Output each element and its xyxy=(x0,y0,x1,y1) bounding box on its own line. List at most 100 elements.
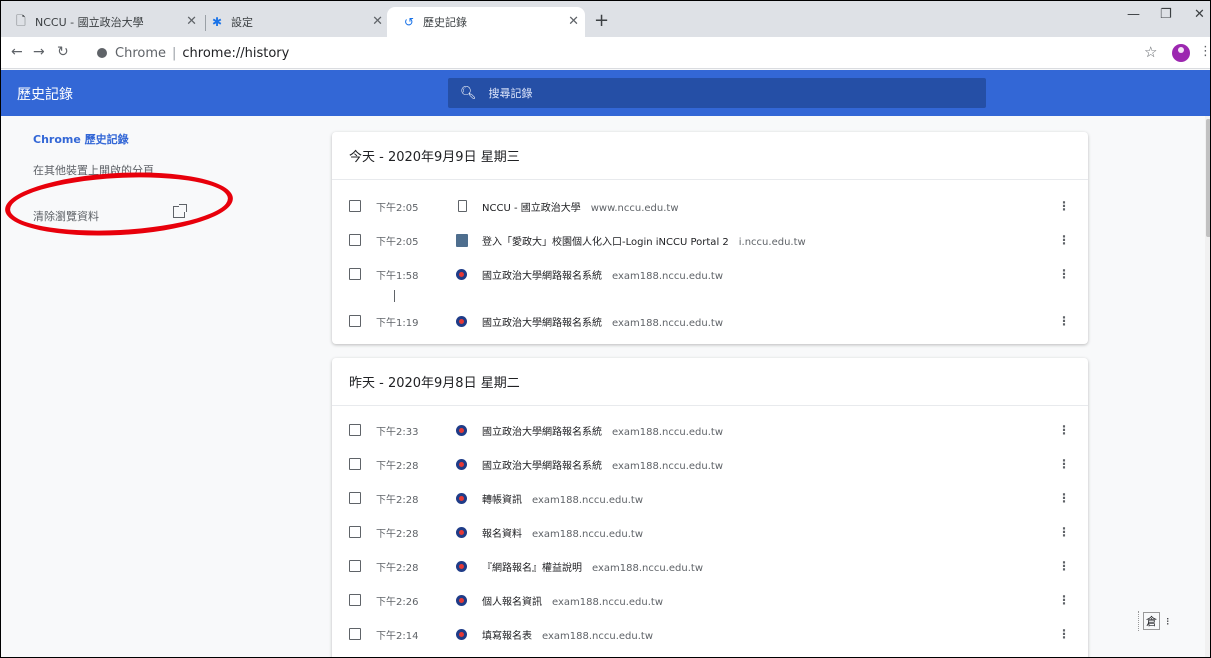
more-actions-icon[interactable]: ⋮ xyxy=(1058,525,1070,539)
tab-settings[interactable]: ✱ 設定 ✕ xyxy=(209,7,389,37)
minimize-button[interactable]: — xyxy=(1127,7,1140,22)
row-domain: exam188.nccu.edu.tw xyxy=(532,528,643,540)
row-link[interactable]: 登入「愛政大」校園個人化入口-Login iNCCU Portal 2 i.ncc… xyxy=(482,233,806,248)
row-time: 下午2:05 xyxy=(376,202,419,214)
window-close-button[interactable]: ✕ xyxy=(1194,7,1205,22)
row-checkbox[interactable] xyxy=(349,458,361,470)
page-title: 歷史記錄 xyxy=(17,87,73,103)
text-cursor xyxy=(394,290,395,302)
row-checkbox[interactable] xyxy=(349,594,361,606)
back-arrow-icon[interactable]: ← xyxy=(11,44,23,60)
more-actions-icon[interactable]: ⋮ xyxy=(1058,593,1070,607)
reload-icon[interactable]: ↻ xyxy=(57,44,69,60)
forward-arrow-icon[interactable]: → xyxy=(33,44,45,60)
row-domain: exam188.nccu.edu.tw xyxy=(612,270,723,282)
row-link[interactable]: NCCU - 國立政治大學 www.nccu.edu.tw xyxy=(482,199,679,214)
card-date-title: 今天 - 2020年9月9日 星期三 xyxy=(332,132,1088,180)
row-link[interactable]: 報名資料 exam188.nccu.edu.tw xyxy=(482,525,643,540)
row-time: 下午2:28 xyxy=(376,460,419,472)
history-row[interactable]: 下午2:28 報名資料 exam188.nccu.edu.tw ⋮ xyxy=(332,515,1088,549)
more-actions-icon[interactable]: ⋮ xyxy=(1058,559,1070,573)
more-actions-icon[interactable]: ⋮ xyxy=(1058,267,1070,281)
sidebar-item-chrome-history[interactable]: Chrome 歷史記錄 xyxy=(33,131,129,147)
row-title: 個人報名資訊 xyxy=(482,596,542,608)
url-text: chrome://history xyxy=(182,45,290,61)
scrollbar-thumb[interactable] xyxy=(1206,119,1210,237)
more-actions-icon[interactable]: ⋮ xyxy=(1058,423,1070,437)
chrome-menu-icon[interactable]: ⋮ xyxy=(1199,44,1210,59)
history-row[interactable]: 下午1:19 國立政治大學網路報名系統 exam188.nccu.edu.tw ⋮ xyxy=(332,304,1088,338)
row-link[interactable]: 國立政治大學網路報名系統 exam188.nccu.edu.tw xyxy=(482,457,723,472)
tab-strip: 🗋 NCCU - 國立政治大學 ✕ ✱ 設定 ✕ ↺ 歷史記錄 ✕ + — ❐ … xyxy=(1,1,1210,37)
history-row[interactable]: 下午2:28 轉帳資訊 exam188.nccu.edu.tw ⋮ xyxy=(332,481,1088,515)
row-title: 報名資料 xyxy=(482,528,522,540)
history-row[interactable]: 下午2:14 填寫報名表 exam188.nccu.edu.tw ⋮ xyxy=(332,617,1088,651)
tab-title: 設定 xyxy=(231,16,253,29)
row-link[interactable]: 轉帳資訊 exam188.nccu.edu.tw xyxy=(482,491,643,506)
tab-history[interactable]: ↺ 歷史記錄 ✕ xyxy=(387,7,585,37)
more-actions-icon[interactable]: ⋮ xyxy=(1058,314,1070,328)
row-link[interactable]: 個人報名資訊 exam188.nccu.edu.tw xyxy=(482,593,663,608)
row-link[interactable]: 國立政治大學網路報名系統 exam188.nccu.edu.tw xyxy=(482,314,723,329)
row-checkbox[interactable] xyxy=(349,424,361,436)
history-icon: ↺ xyxy=(403,15,415,29)
close-icon[interactable]: ✕ xyxy=(372,14,383,29)
gear-icon: ✱ xyxy=(211,15,223,29)
history-row[interactable]: 下午2:05 NCCU - 國立政治大學 www.nccu.edu.tw ⋮ xyxy=(332,189,1088,223)
profile-avatar[interactable] xyxy=(1172,44,1190,62)
row-checkbox[interactable] xyxy=(349,268,361,280)
more-actions-icon[interactable]: ⋮ xyxy=(1058,199,1070,213)
address-bar[interactable]: Chrome | chrome://history xyxy=(97,41,289,65)
nccu-icon xyxy=(456,424,467,436)
history-row[interactable]: 下午2:28 『網路報名』權益說明 exam188.nccu.edu.tw ⋮ xyxy=(332,549,1088,583)
search-field[interactable]: 🔍︎ 搜尋記錄 xyxy=(448,78,986,108)
row-link[interactable]: 國立政治大學網路報名系統 exam188.nccu.edu.tw xyxy=(482,423,723,438)
row-link[interactable]: 『網路報名』權益說明 exam188.nccu.edu.tw xyxy=(482,559,703,574)
history-card-yesterday: 昨天 - 2020年9月8日 星期二 下午2:33 國立政治大學網路報名系統 ex… xyxy=(332,358,1088,657)
more-actions-icon[interactable]: ⋮ xyxy=(1058,491,1070,505)
nccu-icon xyxy=(456,492,467,504)
close-icon[interactable]: ✕ xyxy=(568,14,579,29)
row-domain: www.nccu.edu.tw xyxy=(590,202,679,214)
history-row[interactable]: 下午2:33 國立政治大學網路報名系統 exam188.nccu.edu.tw ⋮ xyxy=(332,413,1088,447)
restore-button[interactable]: ❐ xyxy=(1160,7,1172,22)
row-title: 國立政治大學網路報名系統 xyxy=(482,426,602,438)
tab-title: NCCU - 國立政治大學 xyxy=(35,16,144,29)
history-row[interactable]: 下午1:58 國立政治大學網路報名系統 exam188.nccu.edu.tw ⋮ xyxy=(332,257,1088,291)
row-checkbox[interactable] xyxy=(349,234,361,246)
row-domain: exam188.nccu.edu.tw xyxy=(612,426,723,438)
more-actions-icon[interactable]: ⋮ xyxy=(1058,233,1070,247)
more-actions-icon[interactable]: ⋮ xyxy=(1058,627,1070,641)
row-link[interactable]: 填寫報名表 exam188.nccu.edu.tw xyxy=(482,627,653,642)
row-checkbox[interactable] xyxy=(349,526,361,538)
row-checkbox[interactable] xyxy=(349,200,361,212)
row-time: 下午2:26 xyxy=(376,596,419,608)
search-placeholder: 搜尋記錄 xyxy=(488,87,533,100)
nccu-icon xyxy=(456,315,467,327)
history-row[interactable]: 下午2:26 個人報名資訊 exam188.nccu.edu.tw ⋮ xyxy=(332,583,1088,617)
nccu-icon xyxy=(456,594,467,606)
row-checkbox[interactable] xyxy=(349,492,361,504)
row-title: 『網路報名』權益說明 xyxy=(482,562,582,574)
row-domain: exam188.nccu.edu.tw xyxy=(542,630,653,642)
row-checkbox[interactable] xyxy=(349,560,361,572)
row-checkbox[interactable] xyxy=(349,315,361,327)
document-icon xyxy=(458,200,467,212)
row-time: 下午2:28 xyxy=(376,562,419,574)
history-row[interactable]: 下午2:05 登入「愛政大」校園個人化入口-Login iNCCU Portal… xyxy=(332,223,1088,257)
tab-nccu[interactable]: 🗋 NCCU - 國立政治大學 ✕ xyxy=(13,7,203,37)
row-link[interactable]: 國立政治大學網路報名系統 exam188.nccu.edu.tw xyxy=(482,267,723,282)
nccu-icon xyxy=(456,628,467,640)
row-domain: exam188.nccu.edu.tw xyxy=(532,494,643,506)
close-icon[interactable]: ✕ xyxy=(186,14,197,29)
card-date-title: 昨天 - 2020年9月8日 星期二 xyxy=(332,358,1088,406)
more-actions-icon[interactable]: ⋮ xyxy=(1058,457,1070,471)
row-domain: exam188.nccu.edu.tw xyxy=(592,562,703,574)
row-time: 下午2:28 xyxy=(376,528,419,540)
new-tab-button[interactable]: + xyxy=(594,10,609,31)
chrome-page-icon xyxy=(97,48,107,58)
history-row[interactable]: 下午2:28 國立政治大學網路報名系統 exam188.nccu.edu.tw ⋮ xyxy=(332,447,1088,481)
row-checkbox[interactable] xyxy=(349,628,361,640)
bookmark-star-icon[interactable]: ☆ xyxy=(1144,43,1157,61)
ime-indicator[interactable]: 倉 ⁝ xyxy=(1138,611,1178,631)
